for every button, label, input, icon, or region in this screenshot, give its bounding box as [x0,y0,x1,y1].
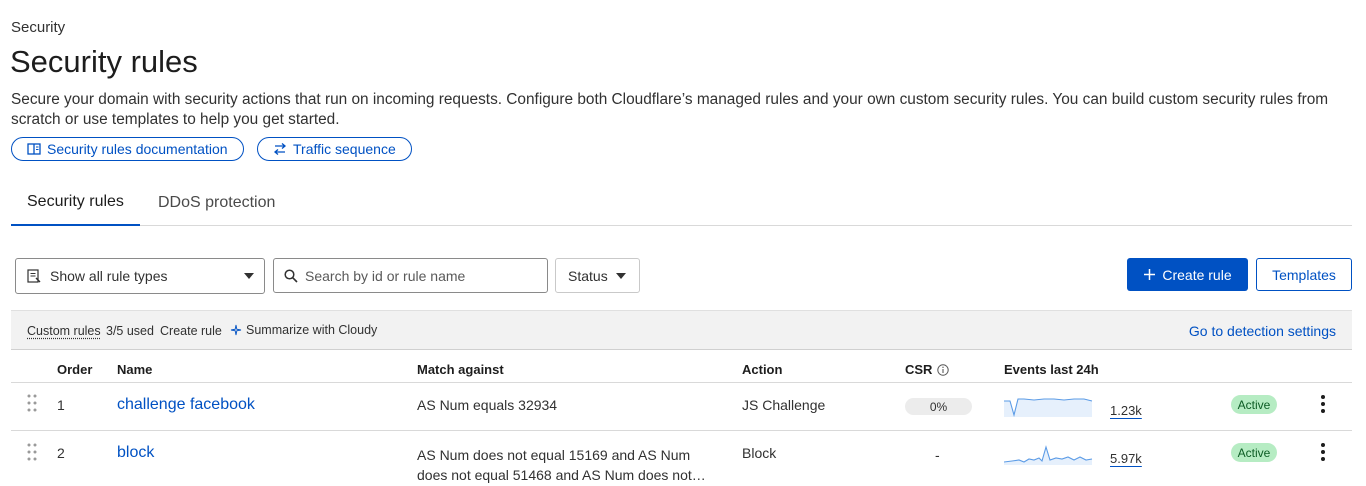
events-sparkline [1004,398,1093,418]
sparkle-icon [230,324,242,336]
swap-arrows-icon [273,143,287,155]
tab-security-rules[interactable]: Security rules [11,180,140,226]
tab-ddos-protection[interactable]: DDoS protection [158,180,275,226]
summarize-cloudy-link[interactable]: Summarize with Cloudy [230,323,377,337]
match-line-1: AS Num does not equal 15169 and AS Num [417,447,691,463]
events-sparkline [1004,445,1093,465]
row-divider [11,430,1352,431]
csr-value: 0% [905,398,972,415]
row-menu-kebab-icon[interactable] [1318,395,1328,413]
plus-icon [1144,269,1156,280]
rule-list-icon [27,269,41,283]
status-filter-label: Status [568,267,608,284]
rules-usage: 3/5 used [106,324,154,338]
tab-bar: Security rules DDoS protection [11,180,1352,226]
page-title: Security rules [10,44,198,79]
rule-action: JS Challenge [742,397,826,413]
drag-handle-icon[interactable] [26,442,38,462]
rule-match-expression: AS Num equals 32934 [417,397,558,413]
traffic-link-label: Traffic sequence [293,141,396,157]
status-filter[interactable]: Status [555,258,640,293]
infobar-create-rule-link[interactable]: Create rule [160,324,222,338]
column-header-name[interactable]: Name [117,362,152,377]
detection-settings-link[interactable]: Go to detection settings [1189,323,1336,339]
custom-rules-label[interactable]: Custom rules [27,324,101,338]
rule-name-link[interactable]: challenge facebook [117,396,255,414]
events-count-link[interactable]: 1.23k [1110,403,1142,418]
traffic-sequence-link[interactable]: Traffic sequence [257,137,412,161]
breadcrumb[interactable]: Security [11,19,65,36]
header-divider [11,382,1352,383]
custom-rules-bar: Custom rules 3/5 used Create rule Summar… [11,310,1352,350]
events-count-link[interactable]: 5.97k [1110,451,1142,466]
info-icon[interactable] [937,363,950,376]
csr-value: - [935,447,940,463]
chevron-down-icon [244,273,254,279]
rule-order: 2 [57,445,65,461]
book-icon [27,143,41,155]
match-line-2: does not equal 51468 and AS Num does not… [417,467,706,483]
caret-down-icon [615,272,626,279]
status-badge: Active [1231,395,1277,414]
create-rule-button[interactable]: Create rule [1127,258,1248,291]
column-header-match: Match against [417,362,504,377]
drag-handle-icon[interactable] [26,393,38,413]
docs-link-label: Security rules documentation [47,141,228,157]
column-header-csr: CSR [905,362,950,377]
rule-name-link[interactable]: block [117,444,154,462]
row-menu-kebab-icon[interactable] [1318,443,1328,461]
summarize-label: Summarize with Cloudy [246,323,378,337]
status-badge: Active [1231,443,1277,462]
create-rule-label: Create rule [1162,266,1232,283]
rule-type-select[interactable]: Show all rule types [15,258,265,294]
rule-type-value: Show all rule types [50,268,168,284]
column-header-order: Order [57,362,93,377]
rule-action: Block [742,445,777,461]
security-rules-docs-link[interactable]: Security rules documentation [11,137,244,161]
column-header-events: Events last 24h [1004,362,1099,377]
search-icon [284,268,298,283]
search-input[interactable] [305,267,525,284]
templates-button[interactable]: Templates [1256,258,1352,291]
column-header-action[interactable]: Action [742,362,782,377]
csr-header-label: CSR [905,362,933,377]
rule-order: 1 [57,397,65,413]
search-box[interactable] [273,258,548,293]
rule-match-expression: AS Num does not equal 15169 and AS Num d… [417,445,706,485]
page-description: Secure your domain with security actions… [11,91,1329,128]
